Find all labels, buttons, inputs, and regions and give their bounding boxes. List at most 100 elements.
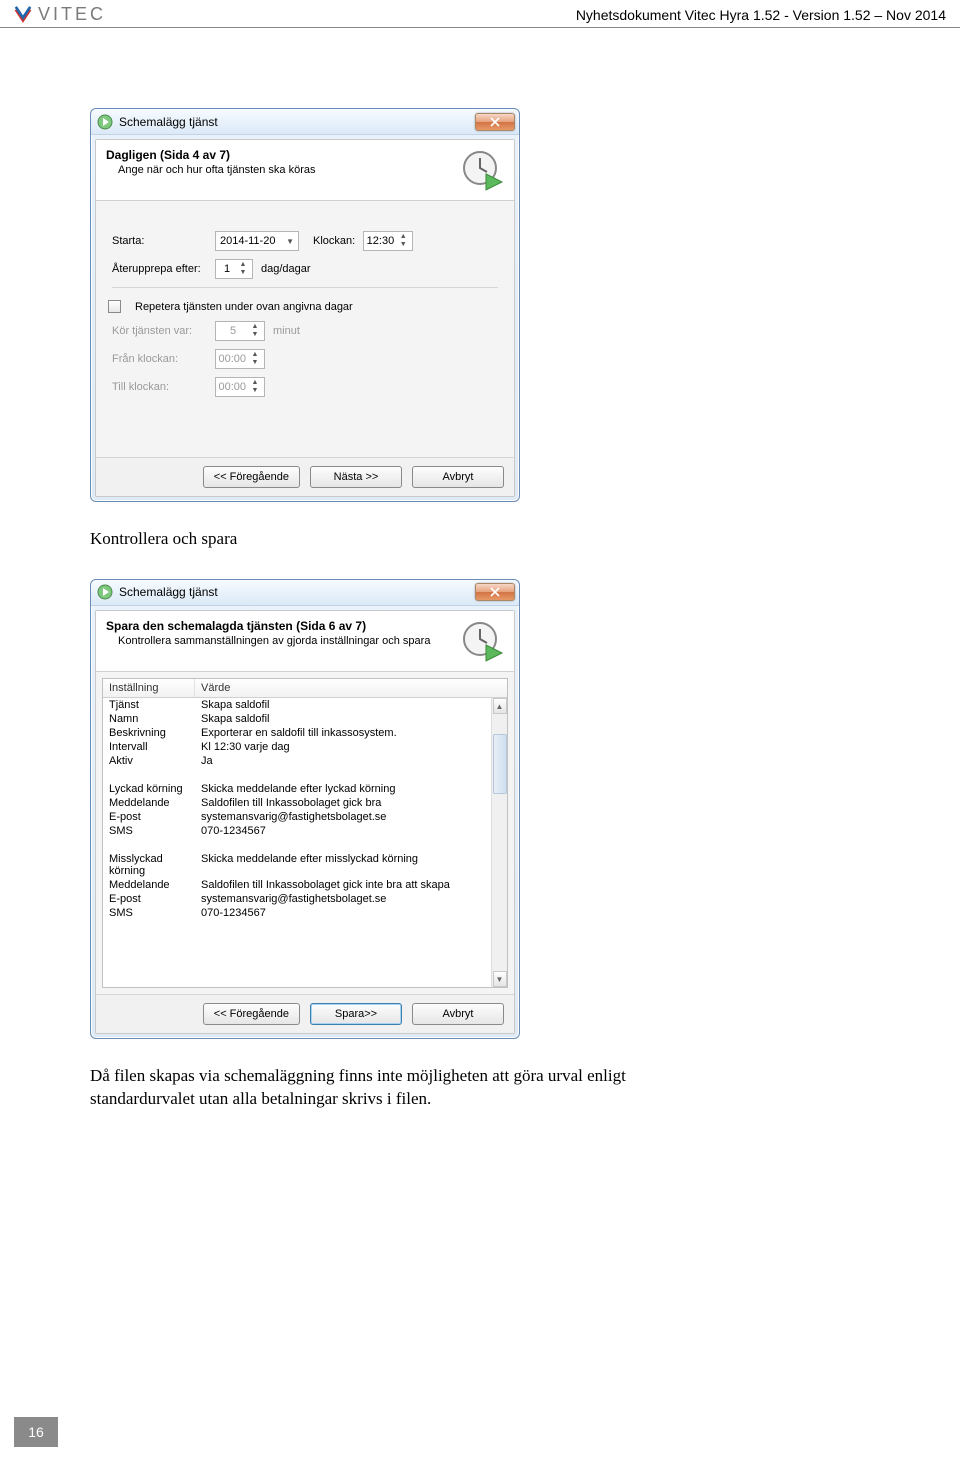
save-button[interactable]: Spara>> bbox=[310, 1003, 402, 1025]
close-button[interactable] bbox=[475, 583, 515, 601]
table-row: TjänstSkapa saldofil bbox=[103, 698, 507, 712]
setting-value: systemansvarig@fastighetsbolaget.se bbox=[195, 892, 507, 906]
setting-value: 070-1234567 bbox=[195, 906, 507, 920]
from-time-spinner[interactable]: 00:00 ▲▼ bbox=[215, 349, 265, 369]
setting-value: Saldofilen till Inkassobolaget gick bra bbox=[195, 796, 507, 810]
setting-value: Skapa saldofil bbox=[195, 698, 507, 712]
table-row: SMS070-1234567 bbox=[103, 824, 507, 838]
setting-key: Meddelande bbox=[103, 796, 195, 810]
chevron-down-icon: ▼ bbox=[286, 237, 294, 246]
klockan-label: Klockan: bbox=[313, 235, 355, 247]
setting-key: Beskrivning bbox=[103, 726, 195, 740]
cancel-button[interactable]: Avbryt bbox=[412, 1003, 504, 1025]
table-row: BeskrivningExporterar en saldofil till i… bbox=[103, 726, 507, 740]
app-icon bbox=[97, 114, 113, 130]
run-every-value: 5 bbox=[220, 325, 246, 337]
wizard-header: Spara den schemalagda tjänsten (Sida 6 a… bbox=[96, 611, 514, 672]
table-row: E-postsystemansvarig@fastighetsbolaget.s… bbox=[103, 810, 507, 824]
start-time-spinner[interactable]: 12:30 ▲▼ bbox=[363, 231, 413, 251]
close-button[interactable] bbox=[475, 113, 515, 131]
setting-value: Ja bbox=[195, 754, 507, 768]
section-heading: Kontrollera och spara bbox=[90, 528, 870, 551]
table-row: MeddelandeSaldofilen till Inkassobolaget… bbox=[103, 878, 507, 892]
page-number: 16 bbox=[14, 1417, 58, 1447]
setting-value: 070-1234567 bbox=[195, 824, 507, 838]
column-value: Värde bbox=[195, 679, 507, 697]
previous-button[interactable]: << Föregående bbox=[203, 466, 300, 488]
setting-value: Saldofilen till Inkassobolaget gick inte… bbox=[195, 878, 507, 892]
starta-label: Starta: bbox=[112, 235, 207, 247]
run-every-label: Kör tjänsten var: bbox=[112, 325, 207, 337]
repeat-checkbox[interactable] bbox=[108, 300, 121, 313]
setting-key: Tjänst bbox=[103, 698, 195, 712]
table-row: IntervallKl 12:30 varje dag bbox=[103, 740, 507, 754]
settings-listview: Inställning Värde TjänstSkapa saldofilNa… bbox=[102, 678, 508, 988]
wizard-title: Dagligen (Sida 4 av 7) bbox=[106, 148, 316, 162]
setting-key: Lyckad körning bbox=[103, 782, 195, 796]
schedule-dialog-step4: Schemalägg tjänst Dagligen (Sida 4 av 7)… bbox=[90, 108, 520, 502]
close-icon bbox=[490, 117, 500, 127]
clock-play-icon bbox=[460, 148, 504, 192]
next-button[interactable]: Nästa >> bbox=[310, 466, 402, 488]
setting-key: Meddelande bbox=[103, 878, 195, 892]
table-row bbox=[103, 768, 507, 782]
spinner-arrows-icon: ▲▼ bbox=[250, 351, 260, 367]
divider bbox=[112, 287, 498, 288]
setting-key: Namn bbox=[103, 712, 195, 726]
spinner-arrows-icon: ▲▼ bbox=[250, 323, 260, 339]
brand-logo: VITEC bbox=[14, 4, 106, 25]
to-time-label: Till klockan: bbox=[112, 381, 207, 393]
wizard-title: Spara den schemalagda tjänsten (Sida 6 a… bbox=[106, 619, 430, 633]
wizard-buttons: << Föregående Spara>> Avbryt bbox=[96, 994, 514, 1033]
from-time-value: 00:00 bbox=[218, 353, 246, 365]
window-title: Schemalägg tjänst bbox=[119, 115, 218, 129]
setting-value bbox=[195, 838, 507, 852]
spinner-arrows-icon: ▲▼ bbox=[238, 261, 248, 277]
clock-play-icon bbox=[460, 619, 504, 663]
previous-button[interactable]: << Föregående bbox=[203, 1003, 300, 1025]
table-row: MeddelandeSaldofilen till Inkassobolaget… bbox=[103, 796, 507, 810]
table-row: Lyckad körningSkicka meddelande efter ly… bbox=[103, 782, 507, 796]
doc-title: Nyhetsdokument Vitec Hyra 1.52 - Version… bbox=[576, 7, 946, 23]
cancel-button[interactable]: Avbryt bbox=[412, 466, 504, 488]
setting-value bbox=[195, 768, 507, 782]
spinner-arrows-icon: ▲▼ bbox=[250, 379, 260, 395]
setting-key: Aktiv bbox=[103, 754, 195, 768]
spinner-arrows-icon: ▲▼ bbox=[398, 233, 408, 249]
scroll-down-icon: ▼ bbox=[493, 971, 507, 987]
run-every-unit: minut bbox=[273, 325, 300, 337]
setting-key bbox=[103, 838, 195, 852]
setting-value: Skicka meddelande efter lyckad körning bbox=[195, 782, 507, 796]
scroll-thumb[interactable] bbox=[493, 734, 507, 794]
setting-value: Kl 12:30 varje dag bbox=[195, 740, 507, 754]
setting-key: SMS bbox=[103, 824, 195, 838]
repeat-after-label: Återupprepa efter: bbox=[112, 263, 207, 275]
setting-value: Skapa saldofil bbox=[195, 712, 507, 726]
start-date-picker[interactable]: 2014-11-20 ▼ bbox=[215, 231, 299, 251]
repeat-after-spinner[interactable]: 1 ▲▼ bbox=[215, 259, 253, 279]
table-row: NamnSkapa saldofil bbox=[103, 712, 507, 726]
wizard-subtitle: Ange när och hur ofta tjänsten ska köras bbox=[106, 164, 316, 176]
setting-value: Skicka meddelande efter misslyckad körni… bbox=[195, 852, 507, 878]
wizard-subtitle: Kontrollera sammanställningen av gjorda … bbox=[106, 635, 430, 647]
setting-key: Intervall bbox=[103, 740, 195, 754]
page-header: VITEC Nyhetsdokument Vitec Hyra 1.52 - V… bbox=[0, 0, 960, 28]
titlebar: Schemalägg tjänst bbox=[91, 109, 519, 135]
table-row: Misslyckad körningSkicka meddelande efte… bbox=[103, 852, 507, 878]
run-every-spinner[interactable]: 5 ▲▼ bbox=[215, 321, 265, 341]
schedule-dialog-step6: Schemalägg tjänst Spara den schemalagda … bbox=[90, 579, 520, 1039]
setting-key: SMS bbox=[103, 906, 195, 920]
setting-key: E-post bbox=[103, 892, 195, 906]
scroll-up-icon: ▲ bbox=[493, 698, 507, 714]
table-row: SMS070-1234567 bbox=[103, 906, 507, 920]
setting-key bbox=[103, 768, 195, 782]
setting-value: Exporterar en saldofil till inkassosyste… bbox=[195, 726, 507, 740]
from-time-label: Från klockan: bbox=[112, 353, 207, 365]
wizard-header: Dagligen (Sida 4 av 7) Ange när och hur … bbox=[96, 140, 514, 201]
titlebar: Schemalägg tjänst bbox=[91, 580, 519, 606]
logo-icon bbox=[14, 6, 32, 24]
scrollbar[interactable]: ▲ ▼ bbox=[491, 698, 507, 987]
repeat-checkbox-label: Repetera tjänsten under ovan angivna dag… bbox=[135, 301, 353, 313]
table-row: AktivJa bbox=[103, 754, 507, 768]
to-time-spinner[interactable]: 00:00 ▲▼ bbox=[215, 377, 265, 397]
